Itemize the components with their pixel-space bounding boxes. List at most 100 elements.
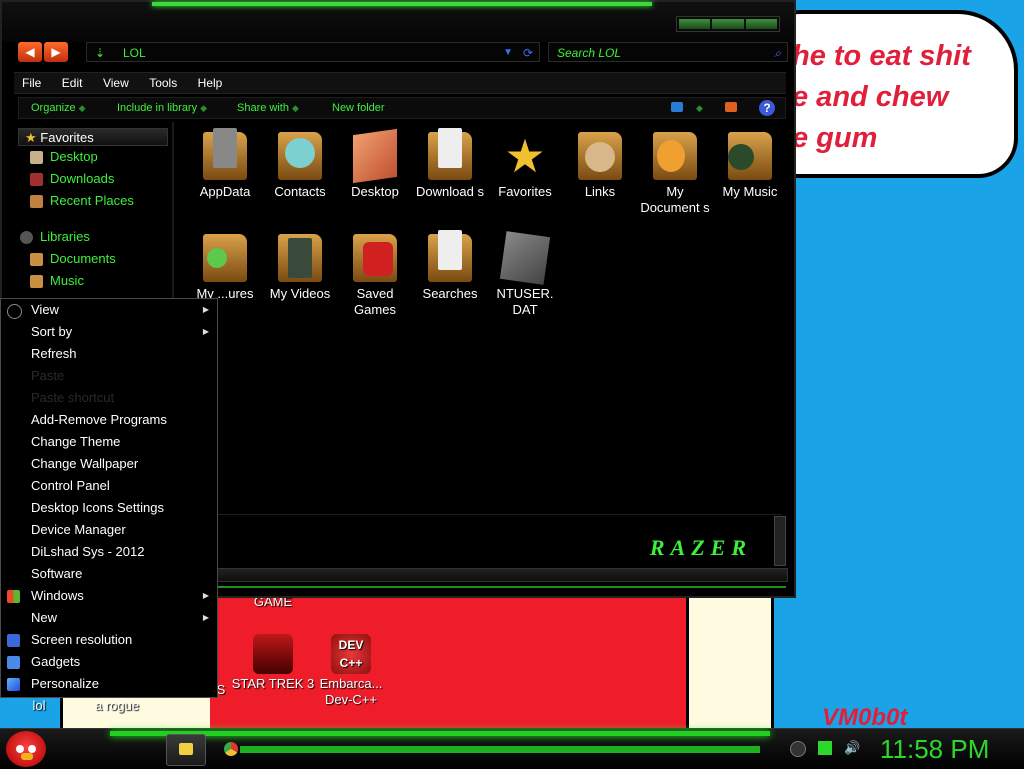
organize-button[interactable]: Organize ◆ [31,98,86,118]
menu-item-personalize[interactable]: Personalize [1,673,217,695]
file-item-saved-games[interactable]: Saved Games [336,234,414,318]
file-icon [499,231,551,285]
nav-item-recent-places[interactable]: Recent Places [14,190,172,212]
network-icon[interactable] [818,741,832,755]
nav-item-documents[interactable]: Documents [14,248,172,270]
desktop-icon-lol[interactable]: lol [0,698,82,714]
saved-games-folder-icon [353,234,397,282]
folder-paper [438,230,462,270]
minimize-button[interactable] [679,19,711,29]
nav-item-music[interactable]: Music [14,270,172,292]
file-item-desktop[interactable]: Desktop [336,128,414,200]
menu-item-view[interactable]: View ▶ [1,299,217,321]
file-item-favorites[interactable]: ★ Favorites [486,132,564,200]
include-in-library-button[interactable]: Include in library ◆ [117,98,207,118]
star-icon: ★ [25,130,37,145]
help-icon[interactable]: ? [759,100,775,116]
menu-item-desktop-icons-settings[interactable]: Desktop Icons Settings [1,497,217,519]
menu-item-windows[interactable]: Windows ▶ [1,585,217,607]
preview-pane-icon[interactable] [725,102,737,112]
menu-item-device-manager[interactable]: Device Manager [1,519,217,541]
file-name: NTUSER. DAT [496,286,554,317]
file-name: Searches [422,286,478,301]
menu-item-gadgets[interactable]: Gadgets [1,651,217,673]
taskbar-clock[interactable]: 11:58 PM [880,733,989,765]
back-button[interactable]: ◀ [18,42,42,62]
search-input[interactable]: Search LOL ⌕ [548,42,788,62]
file-item-my-pictures[interactable]: My ...ures [186,234,264,302]
system-tray: 🔊 [790,741,860,757]
menu-item-label: Change Theme [31,434,121,449]
menu-item-new[interactable]: New ▶ [1,607,217,629]
menu-tools[interactable]: Tools [149,73,177,93]
address-dropdown-icon[interactable]: ▼ [503,43,513,63]
refresh-icon[interactable]: ⟳ [523,43,533,63]
menu-file[interactable]: File [22,73,41,93]
taskbar-chrome-button[interactable] [212,734,250,764]
organize-label: Organize [31,102,76,114]
file-list: AppData Contacts Desktop Download s ★ Fav… [182,128,792,508]
status-bar [214,568,788,582]
file-name: Links [584,184,616,199]
desktop-icon-label: lol [32,698,46,713]
menu-item-control-panel[interactable]: Control Panel [1,475,217,497]
personalize-icon [7,678,20,691]
taskbar: 🔊 11:58 PM [0,728,1024,769]
command-bar: Organize ◆ Include in library ◆ Share with… [18,97,786,119]
file-name: Saved Games [354,286,396,317]
file-item-ntuser-dat[interactable]: NTUSER. DAT [486,231,564,318]
taskbar-explorer-button[interactable] [166,734,206,766]
volume-icon[interactable]: 🔊 [844,741,860,755]
address-bar[interactable]: ⇣ LOL ▼ ⟳ [86,42,540,62]
file-item-my-music[interactable]: My Music [711,132,789,200]
menu-item-software[interactable]: Software [1,563,217,585]
menu-item-sort-by[interactable]: Sort by ▶ [1,321,217,343]
search-icon[interactable]: ⌕ [774,43,781,63]
nav-item-libraries[interactable]: Libraries [14,226,172,248]
close-button[interactable] [745,19,777,29]
dropdown-dot-icon: ◆ [200,103,208,113]
scrollbar[interactable] [774,516,786,566]
share-with-button[interactable]: Share with ◆ [237,98,299,118]
new-folder-button[interactable]: New folder [332,98,385,118]
file-item-contacts[interactable]: Contacts [261,132,339,200]
file-item-links[interactable]: Links [561,132,639,200]
tray-expand-icon[interactable] [790,741,806,757]
nav-item-downloads[interactable]: Downloads [14,168,172,190]
file-item-downloads[interactable]: Download s [411,128,489,200]
folder-icon [203,128,247,180]
file-item-my-documents[interactable]: My Document s [636,132,714,216]
dropdown-dot-icon: ◆ [696,103,703,113]
window-controls [676,16,780,32]
submenu-arrow-icon: ▶ [202,327,209,336]
desktop-icon-a-rogue[interactable]: a rogue [74,698,160,714]
menu-item-screen-resolution[interactable]: Screen resolution [1,629,217,651]
menu-item-label: Software [31,566,83,581]
menu-view[interactable]: View [103,73,129,93]
file-item-my-videos[interactable]: My Videos [261,234,339,302]
menu-edit[interactable]: Edit [62,73,83,93]
forward-button[interactable]: ▶ [44,42,68,62]
maximize-button[interactable] [712,19,744,29]
menu-item-change-wallpaper[interactable]: Change Wallpaper [1,453,217,475]
favorites-header[interactable]: ★ Favorites [18,128,168,146]
view-options-icon[interactable] [671,102,683,112]
menu-item-label: View [31,302,59,317]
menu-item-refresh[interactable]: Refresh [1,343,217,365]
menu-item-change-theme[interactable]: Change Theme [1,431,217,453]
navigation-pane: ★ Favorites Desktop Downloads Recent Pla… [14,128,172,298]
nav-item-desktop[interactable]: Desktop [14,146,172,168]
desktop-icon-dev-cpp[interactable]: DEV C++ Embarca... Dev-C++ [308,634,394,708]
desktop-icon-star-trek[interactable]: STAR TREK 3 [230,634,316,692]
start-button[interactable] [6,731,46,767]
taskbar-glow [110,731,770,736]
menu-item-paste-shortcut: Paste shortcut [1,387,217,409]
menu-item-add-remove-programs[interactable]: Add-Remove Programs [1,409,217,431]
file-item-searches[interactable]: Searches [411,230,489,302]
file-item-appdata[interactable]: AppData [186,128,264,200]
menu-help[interactable]: Help [198,73,223,93]
menu-item-dilshad-sys[interactable]: DiLshad Sys - 2012 [1,541,217,563]
file-name: Download s [416,184,484,199]
view-dropdown[interactable]: ◆ [693,98,703,118]
